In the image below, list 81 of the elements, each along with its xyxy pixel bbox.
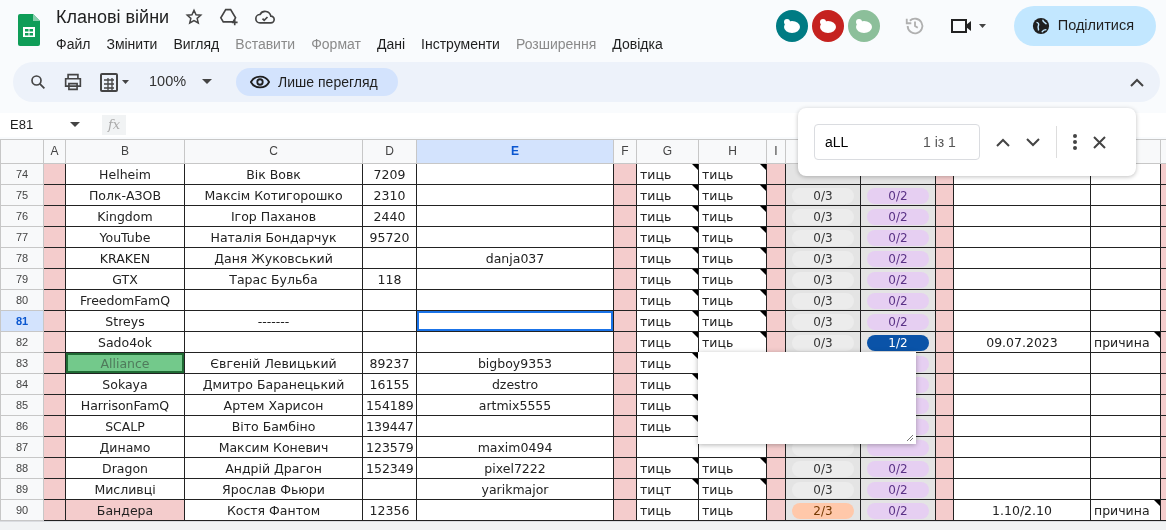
status-chip[interactable]: 0/3 bbox=[792, 314, 854, 330]
status-chip[interactable]: 0/2 bbox=[867, 251, 929, 267]
status-chip[interactable]: 0/2 bbox=[867, 230, 929, 246]
more-icon[interactable] bbox=[1073, 134, 1077, 150]
menu-item[interactable]: Інструменти bbox=[413, 35, 508, 53]
status-chip[interactable]: 0/3 bbox=[792, 230, 854, 246]
column-header[interactable]: B bbox=[65, 139, 185, 164]
row-header[interactable]: 78 bbox=[0, 247, 44, 269]
status-chip[interactable]: 0/2 bbox=[867, 209, 929, 225]
status-chip[interactable]: 0/2 bbox=[867, 293, 929, 309]
row-header[interactable]: 85 bbox=[0, 394, 44, 416]
status-chip[interactable]: 0/3 bbox=[792, 251, 854, 267]
next-icon[interactable] bbox=[1026, 137, 1040, 147]
row-header[interactable]: 74 bbox=[0, 163, 44, 185]
row-header[interactable]: 84 bbox=[0, 373, 44, 395]
cloud-check-icon[interactable] bbox=[255, 9, 276, 25]
zoom-level[interactable]: 100% bbox=[149, 71, 187, 93]
globe-icon bbox=[1031, 17, 1050, 35]
column-header[interactable]: H bbox=[698, 139, 767, 164]
status-chip[interactable]: 0/2 bbox=[867, 188, 929, 204]
caret-icon[interactable] bbox=[202, 79, 213, 85]
menu-item[interactable]: Змінити bbox=[98, 35, 166, 53]
star-icon[interactable] bbox=[185, 8, 204, 26]
avatar[interactable] bbox=[811, 10, 844, 42]
match-count: 1 із 1 bbox=[923, 132, 956, 152]
status-chip[interactable]: 0/3 bbox=[792, 482, 854, 498]
avatar[interactable] bbox=[775, 10, 808, 42]
status-chip[interactable]: 0/3 bbox=[792, 461, 854, 477]
previous-icon[interactable] bbox=[996, 137, 1010, 147]
status-chip[interactable]: 0/2 bbox=[867, 503, 929, 519]
close-icon[interactable] bbox=[1093, 135, 1106, 149]
function-label: fx bbox=[102, 115, 127, 135]
row-header[interactable]: 89 bbox=[0, 478, 44, 500]
row-header[interactable]: 79 bbox=[0, 268, 44, 290]
row-header[interactable]: 90 bbox=[0, 499, 44, 521]
menu-item[interactable]: Файл bbox=[48, 35, 99, 53]
row-header[interactable]: 82 bbox=[0, 331, 44, 353]
row-header[interactable]: 87 bbox=[0, 436, 44, 458]
eye-icon bbox=[250, 75, 271, 89]
view-only-button[interactable]: Лише перегляд bbox=[236, 68, 398, 96]
row-header[interactable]: 77 bbox=[0, 226, 44, 248]
row-header[interactable]: 88 bbox=[0, 457, 44, 479]
drive-add-icon[interactable] bbox=[219, 8, 240, 26]
column-header[interactable]: F bbox=[613, 139, 637, 164]
row-header[interactable]: 76 bbox=[0, 205, 44, 227]
menu-item[interactable]: Дані bbox=[368, 35, 413, 53]
column-header[interactable]: E bbox=[416, 139, 614, 164]
search-icon[interactable] bbox=[29, 73, 47, 91]
collapse-icon[interactable] bbox=[1130, 77, 1144, 87]
find-field[interactable]: aLL 1 із 1 bbox=[814, 124, 980, 160]
status-chip[interactable]: 0/2 bbox=[867, 482, 929, 498]
column-header[interactable]: D bbox=[362, 139, 417, 164]
status-chip[interactable]: 2/3 bbox=[792, 503, 854, 519]
print-icon[interactable] bbox=[63, 73, 83, 91]
name-box[interactable]: E81 bbox=[0, 115, 70, 135]
caret-icon[interactable] bbox=[70, 122, 80, 128]
status-chip[interactable]: 0/3 bbox=[792, 209, 854, 225]
document-title[interactable]: Кланові війни bbox=[56, 6, 170, 28]
status-chip[interactable]: 0/3 bbox=[792, 335, 854, 351]
status-chip[interactable]: 0/2 bbox=[867, 314, 929, 330]
status-chip[interactable]: 0/3 bbox=[792, 188, 854, 204]
resize-handle-icon[interactable] bbox=[906, 434, 914, 442]
status-chip[interactable]: 0/3 bbox=[792, 272, 854, 288]
find-input[interactable]: aLL bbox=[823, 130, 923, 154]
row-header[interactable]: 83 bbox=[0, 352, 44, 374]
column-header[interactable]: C bbox=[184, 139, 363, 164]
column-header[interactable]: A bbox=[43, 139, 66, 164]
row-header[interactable]: 75 bbox=[0, 184, 44, 206]
row-header[interactable]: 86 bbox=[0, 415, 44, 437]
share-button[interactable]: Поділитися bbox=[1013, 6, 1156, 46]
menu-item[interactable]: Вигляд bbox=[165, 35, 228, 53]
status-chip[interactable]: 0/3 bbox=[792, 293, 854, 309]
menu-item[interactable]: Довідка bbox=[604, 35, 671, 53]
status-chip[interactable]: 0/2 bbox=[867, 272, 929, 288]
row-header[interactable]: 80 bbox=[0, 289, 44, 311]
column-header[interactable]: G bbox=[636, 139, 699, 164]
row-header[interactable]: 81 bbox=[0, 310, 44, 332]
spreadsheet-logo[interactable] bbox=[18, 14, 40, 46]
scrollbar[interactable] bbox=[0, 521, 1166, 530]
status-chip[interactable]: 1/2 bbox=[867, 335, 929, 351]
status-chip[interactable]: 0/2 bbox=[867, 461, 929, 477]
